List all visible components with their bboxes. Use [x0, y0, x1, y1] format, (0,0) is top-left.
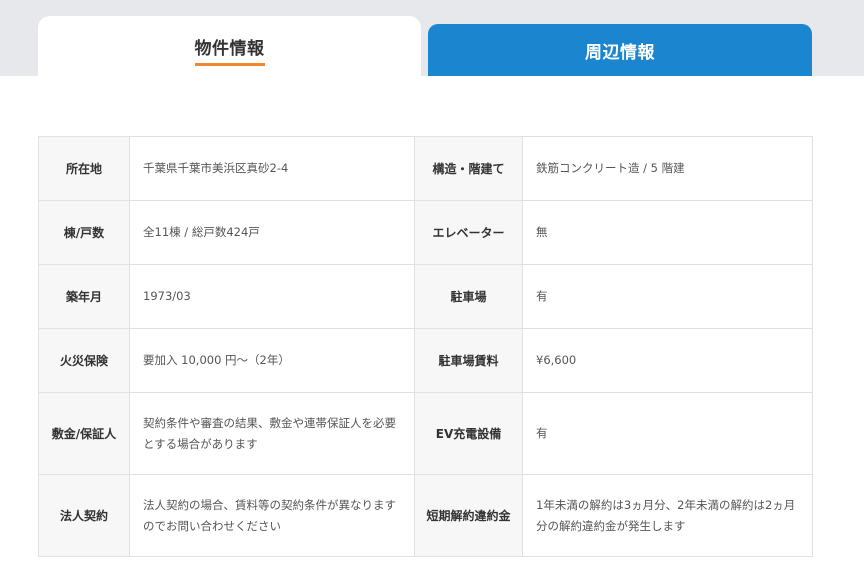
label-structure: 構造・階建て [414, 136, 523, 201]
value-units: 全11棟 / 総戸数424戸 [129, 200, 415, 265]
label-fire-insurance: 火災保険 [38, 328, 130, 393]
label-location: 所在地 [38, 136, 130, 201]
table-row: 築年月 1973/03 駐車場 有 [38, 264, 813, 329]
label-parking: 駐車場 [414, 264, 523, 329]
table-row: 敷金/保証人 契約条件や審査の結果、敷金や連帯保証人を必要とする場合があります … [38, 392, 813, 475]
label-elevator: エレベーター [414, 200, 523, 265]
table-row: 火災保険 要加入 10,000 円～（2年） 駐車場賃料 ¥6,600 [38, 328, 813, 393]
label-units: 棟/戸数 [38, 200, 130, 265]
value-parking-fee: ¥6,600 [522, 328, 813, 393]
label-deposit-guarantor: 敷金/保証人 [38, 392, 130, 475]
table-row: 所在地 千葉県千葉市美浜区真砂2-4 構造・階建て 鉄筋コンクリート造 / 5 … [38, 136, 813, 201]
property-info-table: 所在地 千葉県千葉市美浜区真砂2-4 構造・階建て 鉄筋コンクリート造 / 5 … [38, 136, 813, 557]
value-structure: 鉄筋コンクリート造 / 5 階建 [522, 136, 813, 201]
value-ev-charging: 有 [522, 392, 813, 475]
value-corporate-contract: 法人契約の場合、賃料等の契約条件が異なりますのでお問い合わせください [129, 474, 415, 557]
tab-property-info[interactable]: 物件情報 [38, 16, 421, 78]
label-corporate-contract: 法人契約 [38, 474, 130, 557]
tab-surrounding-info-label: 周辺情報 [585, 42, 655, 63]
label-parking-fee: 駐車場賃料 [414, 328, 523, 393]
value-deposit-guarantor: 契約条件や審査の結果、敷金や連帯保証人を必要とする場合があります [129, 392, 415, 475]
tab-surrounding-info[interactable]: 周辺情報 [428, 24, 812, 76]
value-elevator: 無 [522, 200, 813, 265]
value-parking: 有 [522, 264, 813, 329]
value-early-termination: 1年未満の解約は3ヵ月分、2年未満の解約は2ヵ月分の解約違約金が発生します [522, 474, 813, 557]
active-tab-underline [194, 63, 265, 66]
table-row: 棟/戸数 全11棟 / 総戸数424戸 エレベーター 無 [38, 200, 813, 265]
value-built: 1973/03 [129, 264, 415, 329]
tab-property-info-label: 物件情報 [194, 34, 265, 66]
value-location: 千葉県千葉市美浜区真砂2-4 [129, 136, 415, 201]
table-row: 法人契約 法人契約の場合、賃料等の契約条件が異なりますのでお問い合わせください … [38, 474, 813, 557]
label-early-termination: 短期解約違約金 [414, 474, 523, 557]
value-fire-insurance: 要加入 10,000 円～（2年） [129, 328, 415, 393]
label-ev-charging: EV充電設備 [414, 392, 523, 475]
label-built: 築年月 [38, 264, 130, 329]
